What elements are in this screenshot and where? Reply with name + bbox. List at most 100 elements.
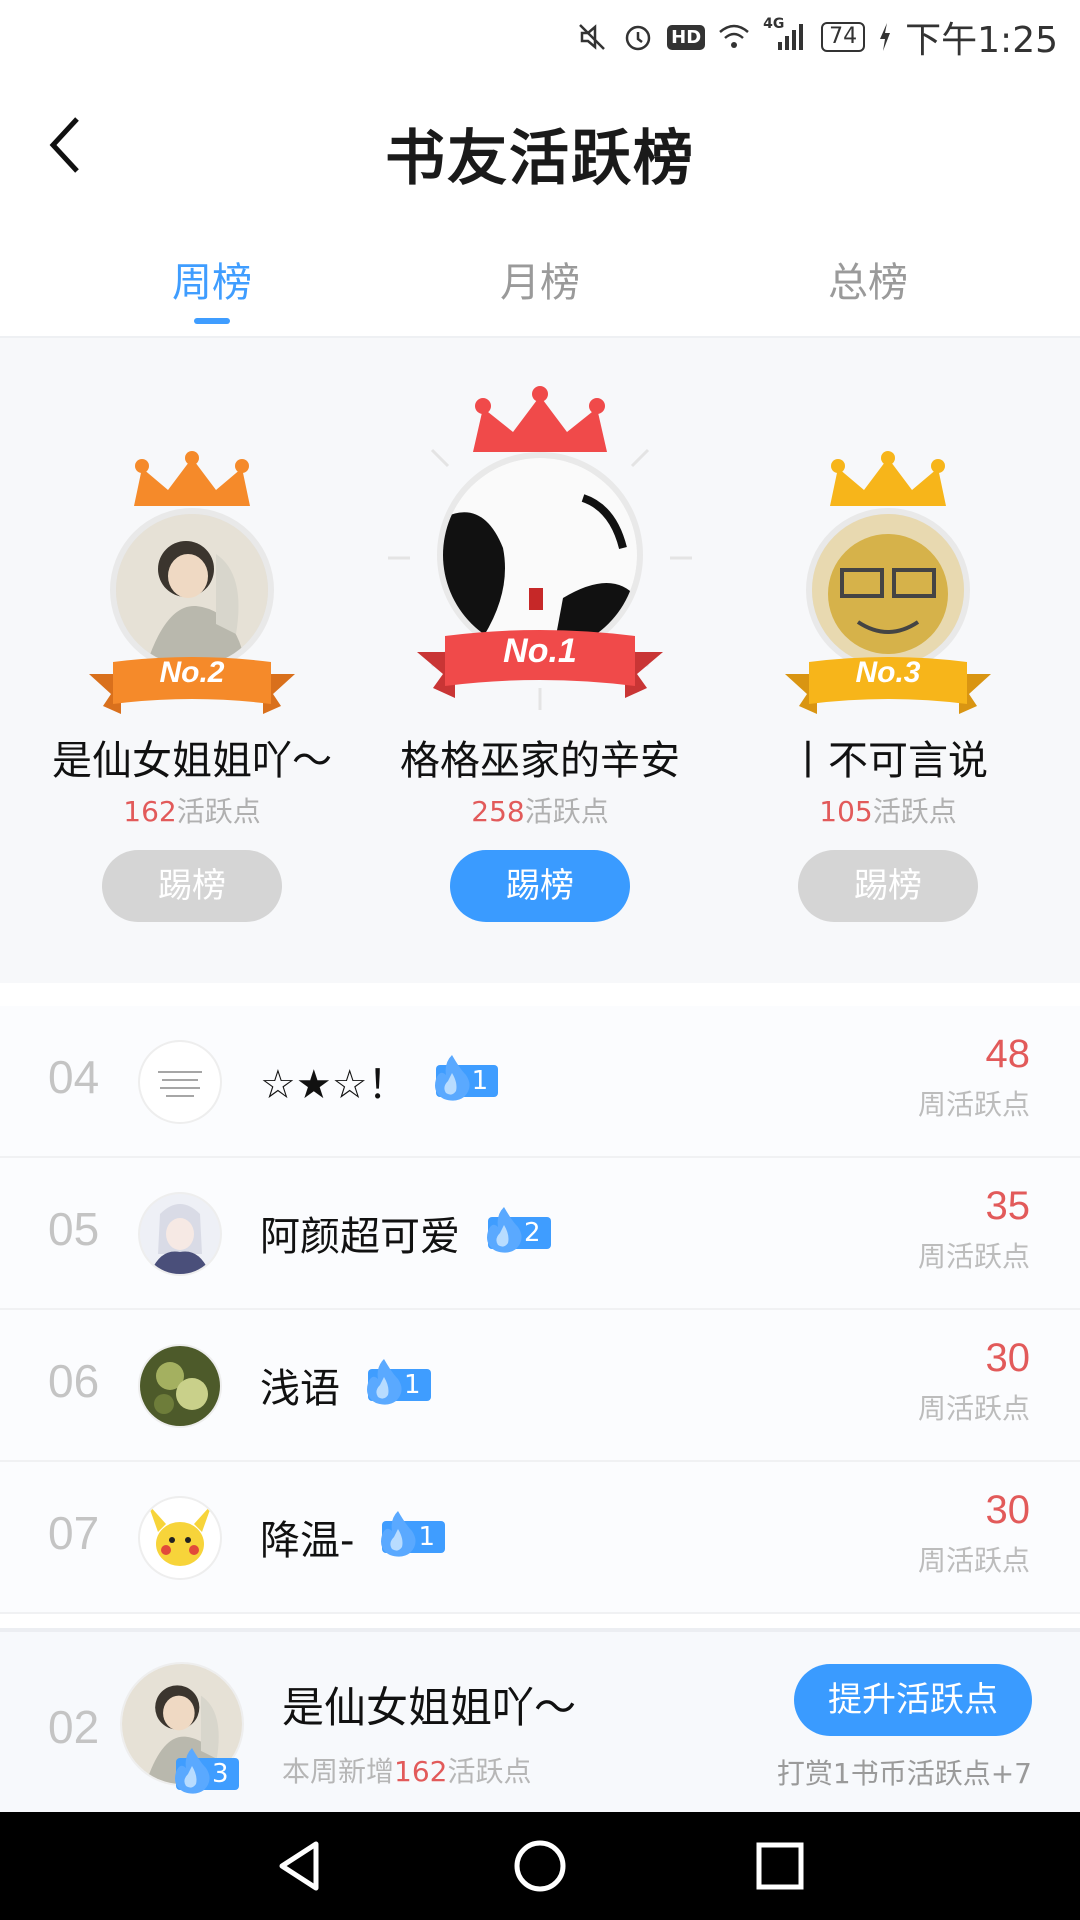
crown-icon (134, 451, 250, 506)
list-item[interactable]: 05 阿颜超可爱 2 35 周活跃点 (0, 1158, 1080, 1310)
ranking-list: 04 ☆★☆！ 1 48 周活跃点 05 阿颜超可爱 2 35 周活跃点 06 … (0, 1006, 1080, 1614)
row-score: 48 周活跃点 (918, 1032, 1030, 1123)
tab-total[interactable]: 总榜 (768, 250, 968, 308)
signal-icon: 4G (763, 16, 809, 54)
score-label: 周活跃点 (917, 1240, 1030, 1273)
list-item[interactable]: 04 ☆★☆！ 1 48 周活跃点 (0, 1006, 1080, 1158)
nav-back-button[interactable] (270, 1836, 330, 1896)
square-recents-icon (756, 1842, 804, 1890)
triangle-back-icon (279, 1841, 319, 1891)
my-fire-level-badge: 3 (175, 1748, 239, 1794)
fire-icon (175, 1748, 210, 1794)
row-score: 35 周活跃点 (918, 1184, 1030, 1275)
rank-label: No.1 (503, 632, 577, 670)
wifi-icon (717, 20, 751, 54)
kick-rank-button[interactable]: 踢榜 (102, 850, 282, 922)
user-name: ☆★☆！ (260, 1062, 408, 1108)
tab-weekly[interactable]: 周榜 (112, 250, 312, 308)
tab-bar: 周榜 月榜 总榜 (0, 222, 1080, 338)
fire-level: 2 (524, 1218, 541, 1248)
fire-icon (367, 1359, 402, 1405)
avatar[interactable] (138, 1496, 222, 1580)
alarm-icon (621, 20, 655, 54)
user-name: 阿颜超可爱 (260, 1214, 460, 1260)
list-item[interactable]: 06 浅语 1 30 周活跃点 (0, 1310, 1080, 1462)
user-name: 降温- (260, 1518, 355, 1564)
rank-label: No.3 (855, 656, 921, 689)
my-rank-bar: 02 3 是仙女姐姐吖～ 本周新增162活跃点 提升活跃点 打赏1书币活跃点+7 (0, 1628, 1080, 1816)
podium-points: 162活跃点 (123, 795, 261, 828)
nav-recents-button[interactable] (750, 1836, 810, 1896)
crown-icon (473, 386, 607, 452)
hd-icon: HD (667, 24, 706, 50)
score-label: 周活跃点 (917, 1392, 1030, 1425)
user-name-group: 浅语 1 (260, 1356, 431, 1414)
charging-icon (877, 20, 893, 54)
my-rank-number: 02 (48, 1701, 100, 1753)
podium-name: 格格巫家的辛安 (400, 738, 680, 784)
row-score: 30 周活跃点 (918, 1336, 1030, 1427)
crown-icon (830, 451, 946, 506)
rank-number: 06 (48, 1355, 100, 1407)
podium-name: 是仙女姐姐吖～ (52, 738, 332, 784)
avatar[interactable] (138, 1040, 222, 1124)
top-three-podium: No.2 是仙女姐姐吖～ 162活跃点 踢榜 No.1 格格巫家的辛安 258活… (0, 338, 1080, 983)
rank-label: No.2 (159, 656, 225, 689)
fire-level: 1 (404, 1370, 421, 1400)
status-bar: HD 4G 74 下午1:25 (0, 0, 1080, 72)
my-user-name: 是仙女姐姐吖～ (282, 1683, 577, 1732)
fire-level-badge: 1 (381, 1511, 445, 1557)
tab-monthly[interactable]: 月榜 (440, 250, 640, 308)
score-value: 30 (985, 1336, 1031, 1380)
list-item[interactable]: 07 降温- 1 30 周活跃点 (0, 1462, 1080, 1614)
network-label: 4G (763, 16, 785, 32)
my-weekly-points: 本周新增162活跃点 (282, 1755, 532, 1788)
podium-points: 258活跃点 (471, 795, 609, 828)
podium-points: 105活跃点 (819, 795, 957, 828)
battery-icon: 74 (821, 22, 866, 52)
clock: 下午1:25 (905, 20, 1058, 61)
nav-home-button[interactable] (510, 1836, 570, 1896)
score-value: 35 (985, 1184, 1031, 1228)
rank-number: 04 (48, 1051, 100, 1103)
podium-rank-1: No.1 格格巫家的辛安 258活跃点 踢榜 (360, 338, 720, 983)
header: 书友活跃榜 (0, 72, 1080, 222)
row-score: 30 周活跃点 (918, 1488, 1030, 1579)
boost-activity-button[interactable]: 提升活跃点 (794, 1664, 1032, 1736)
kick-rank-button[interactable]: 踢榜 (798, 850, 978, 922)
fire-level: 1 (418, 1522, 435, 1552)
system-nav-bar (0, 1812, 1080, 1920)
page-title: 书友活跃榜 (385, 124, 695, 194)
fire-level-badge: 1 (367, 1359, 431, 1405)
podium-name: 丨不可言说 (788, 738, 988, 784)
mute-icon (575, 20, 609, 54)
avatar[interactable] (138, 1192, 222, 1276)
kick-rank-button[interactable]: 踢榜 (450, 850, 630, 922)
user-name-group: 降温- 1 (260, 1508, 445, 1566)
status-icons: HD 4G 74 下午1:25 (575, 12, 1058, 62)
reward-tip: 打赏1书币活跃点+7 (776, 1757, 1032, 1790)
fire-icon (487, 1207, 522, 1253)
fire-icon (434, 1055, 470, 1101)
fire-level: 3 (212, 1759, 229, 1789)
user-name-group: ☆★☆！ 1 (260, 1052, 499, 1110)
fire-icon (381, 1511, 416, 1557)
tab-underline (194, 318, 230, 324)
fire-level: 1 (471, 1066, 489, 1096)
avatar[interactable] (110, 508, 274, 672)
user-name-group: 阿颜超可爱 2 (260, 1204, 551, 1262)
avatar[interactable] (806, 508, 970, 672)
user-name: 浅语 (260, 1366, 340, 1412)
rank-number: 07 (48, 1507, 100, 1559)
fire-level-badge: 2 (487, 1207, 551, 1253)
rank-number: 05 (48, 1203, 100, 1255)
fire-level-badge: 1 (434, 1055, 499, 1101)
avatar[interactable] (138, 1344, 222, 1428)
score-value: 30 (985, 1488, 1031, 1532)
score-label: 周活跃点 (917, 1544, 1030, 1577)
circle-home-icon (514, 1840, 566, 1892)
podium-rank-2: No.2 是仙女姐姐吖～ 162活跃点 踢榜 (12, 338, 372, 983)
score-value: 48 (985, 1032, 1031, 1076)
score-label: 周活跃点 (917, 1088, 1030, 1121)
podium-rank-3: No.3 丨不可言说 105活跃点 踢榜 (708, 338, 1068, 983)
